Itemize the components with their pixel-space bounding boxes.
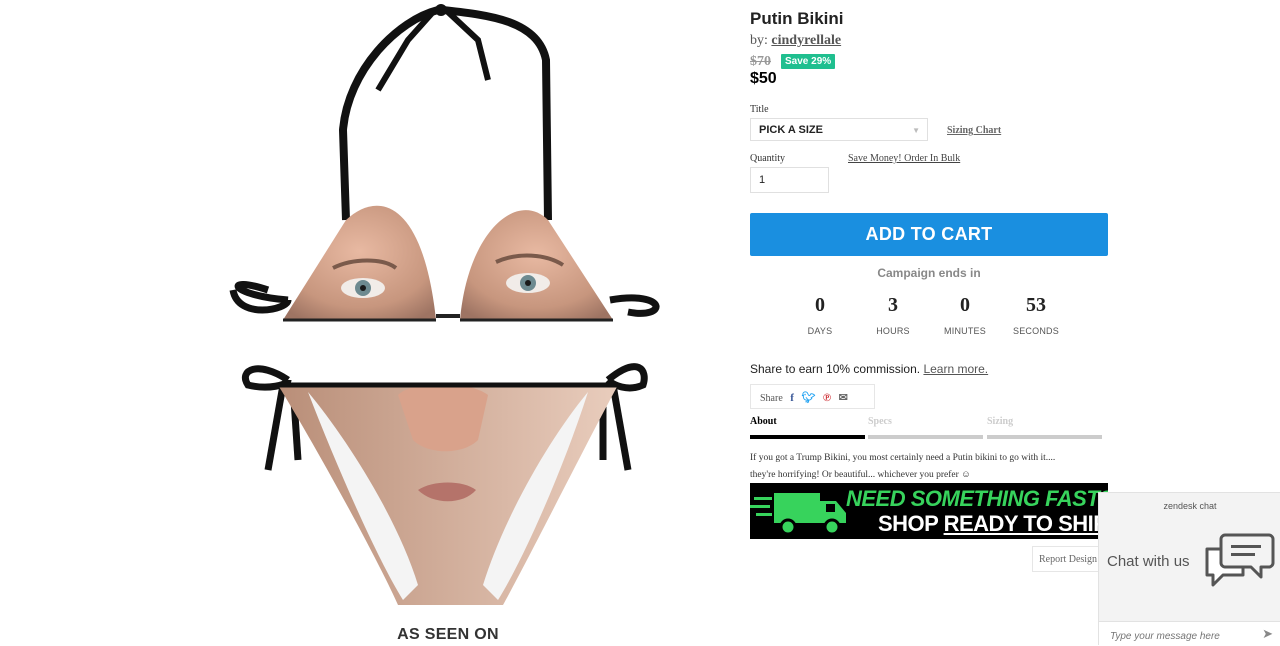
chat-message-input[interactable] [1108,630,1252,643]
campaign-ends-label: Campaign ends in [877,266,981,280]
countdown-seconds: 53 SECONDS [1006,294,1066,336]
about-description: If you got a Trump Bikini, you most cert… [750,450,1106,484]
chat-widget[interactable]: zendesk chat Chat with us ➤ [1098,492,1280,646]
size-select[interactable]: PICK A SIZE ▼ [750,118,928,141]
chevron-down-icon: ▼ [912,126,920,135]
countdown-unit: SECONDS [1013,326,1059,336]
countdown-minutes: 0 MINUTES [935,294,995,336]
sizing-chart-link[interactable]: Sizing Chart [947,125,1001,136]
share-box: Share f 🐦︎ ℗ ✉ [750,384,875,409]
twitter-icon[interactable]: 🐦︎ [801,391,815,404]
tab-label: Specs [868,416,892,427]
creator-line: by: cindyrellale [750,33,841,49]
truck-icon [750,493,846,536]
tab-specs[interactable]: Specs [868,416,983,439]
quantity-input[interactable]: 1 [750,167,829,193]
countdown-unit: HOURS [876,326,910,336]
tab-sizing[interactable]: Sizing [987,416,1102,439]
countdown-value: 0 [815,294,825,316]
banner-headline: NEED SOMETHING FAST? [846,486,1108,511]
price: $50 [750,70,777,87]
pinterest-icon[interactable]: ℗ [823,392,831,404]
banner-subline: SHOP READY TO SHIP. [878,511,1108,537]
countdown-value: 3 [888,294,898,316]
countdown-unit: MINUTES [944,326,986,336]
share-earn-text: Share to earn 10% commission. Learn more… [750,362,988,376]
bulk-order-link[interactable]: Save Money! Order In Bulk [848,153,960,164]
countdown-value: 0 [960,294,970,316]
send-icon[interactable]: ➤ [1262,626,1273,642]
banner-ready-to-ship: READY TO SHIP. [943,511,1108,536]
banner-shop: SHOP [878,511,938,536]
tab-label: Sizing [987,416,1014,427]
tab-about[interactable]: About [750,416,865,439]
share-earn-label: Share to earn 10% commission. [750,362,921,376]
learn-more-link[interactable]: Learn more. [923,362,988,376]
chat-message-bar: ➤ [1099,621,1280,646]
old-price: $70 [750,54,771,69]
ready-to-ship-banner[interactable]: NEED SOMETHING FAST? SHOP READY TO SHIP. [750,483,1108,539]
facebook-icon[interactable]: f [790,392,794,404]
about-line: they're horrifying! Or beautiful... whic… [750,470,971,480]
tab-underline [750,435,865,439]
title-label: Title [750,104,769,115]
tab-label: About [750,416,777,427]
countdown-value: 53 [1026,294,1046,316]
quantity-label: Quantity [750,153,785,164]
countdown-hours: 3 HOURS [863,294,923,336]
as-seen-on-heading: AS SEEN ON [397,626,499,643]
tab-underline [987,435,1102,439]
product-image[interactable] [228,0,668,610]
chat-with-us-label[interactable]: Chat with us [1107,553,1190,570]
email-icon[interactable]: ✉ [839,391,848,404]
about-line: If you got a Trump Bikini, you most cert… [750,453,1056,463]
by-label: by: [750,33,768,48]
add-to-cart-button[interactable]: ADD TO CART [750,213,1108,256]
share-label: Share [760,393,783,404]
countdown-days: 0 DAYS [790,294,850,336]
chat-brand: zendesk chat [1163,501,1217,511]
creator-link[interactable]: cindyrellale [771,33,841,48]
countdown-unit: DAYS [807,326,833,336]
chat-bubble-icon [1205,533,1275,587]
save-badge: Save 29% [781,54,836,69]
product-title: Putin Bikini [750,9,844,28]
tab-underline [868,435,983,439]
size-select-value: PICK A SIZE [759,124,823,136]
